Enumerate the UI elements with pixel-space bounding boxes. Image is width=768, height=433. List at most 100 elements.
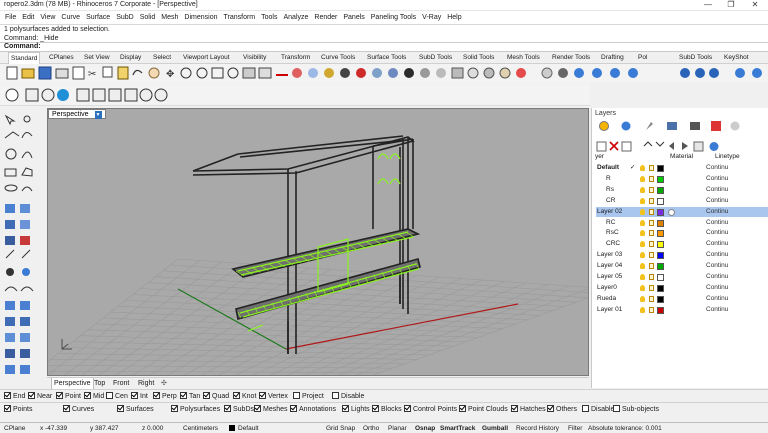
checkbox[interactable] <box>117 405 124 412</box>
layer-lock-icon[interactable] <box>649 284 654 291</box>
checkbox[interactable] <box>153 392 160 399</box>
layer-color-swatch[interactable] <box>657 241 664 249</box>
close-button[interactable]: ✕ <box>744 0 766 11</box>
tab-transform[interactable]: Transform <box>281 52 310 64</box>
osnap-point[interactable]: Point <box>56 392 81 401</box>
layer-color-swatch[interactable] <box>657 274 664 281</box>
status-record-history[interactable]: Record History <box>516 423 559 433</box>
status-smarttrack[interactable]: SmartTrack <box>440 423 475 433</box>
layer-visibility-bulb-icon[interactable] <box>640 197 645 204</box>
layer-lock-icon[interactable] <box>649 175 654 182</box>
layer-row[interactable]: CRC Continu <box>596 239 768 250</box>
layer-visibility-bulb-icon[interactable] <box>640 241 645 248</box>
maximize-button[interactable]: ❐ <box>720 0 742 11</box>
column-header-linetype[interactable]: Linetype <box>715 153 740 160</box>
layer-row[interactable]: Layer 05 Continu <box>596 272 768 283</box>
osnap-disable[interactable]: Disable <box>332 392 364 401</box>
layer-row[interactable]: R Continu <box>596 174 768 185</box>
layer-row[interactable]: Rs Continu <box>596 185 768 196</box>
column-header-layer[interactable]: yer <box>595 153 604 160</box>
viewport-canvas[interactable] <box>48 109 589 376</box>
filter-points[interactable]: Points <box>4 405 32 414</box>
layer-color-swatch[interactable] <box>657 295 664 303</box>
command-prompt[interactable]: Command: <box>0 42 41 51</box>
menu-tools[interactable]: Tools <box>258 11 280 24</box>
layer-color-swatch[interactable] <box>657 284 664 292</box>
layer-row[interactable]: CR Continu <box>596 196 768 207</box>
column-header-material[interactable]: Material <box>670 153 693 160</box>
checkbox[interactable] <box>582 405 589 412</box>
osnap-near[interactable]: Near <box>28 392 52 401</box>
status-units[interactable]: Centimeters <box>183 423 218 433</box>
layer-lock-icon[interactable] <box>649 263 654 270</box>
osnap-perp[interactable]: Perp <box>153 392 177 401</box>
tab-subd-tools[interactable]: SubD Tools <box>419 52 452 64</box>
layer-visibility-bulb-icon[interactable] <box>640 219 645 226</box>
layer-row[interactable]: Layer0 Continu <box>596 283 768 294</box>
menu-analyze[interactable]: Analyze <box>280 11 311 24</box>
layer-linetype[interactable]: Continu <box>706 185 728 196</box>
checkbox[interactable] <box>224 405 231 412</box>
viewport-title-tab[interactable]: Perspective ▼ <box>48 109 106 119</box>
layer-linetype[interactable]: Continu <box>706 261 728 272</box>
filter-surfaces[interactable]: Surfaces <box>117 405 154 414</box>
layer-name[interactable]: Layer 04 <box>597 261 622 272</box>
layer-visibility-bulb-icon[interactable] <box>640 208 645 215</box>
layer-row[interactable]: RC Continu <box>596 218 768 229</box>
status-planar[interactable]: Planar <box>388 423 407 433</box>
tab-visibility[interactable]: Visibility <box>243 52 266 64</box>
menu-paneling-tools[interactable]: Paneling Tools <box>368 11 419 24</box>
standard-toolbar-icons[interactable]: ✂ ✥ <box>0 64 768 83</box>
osnap-project[interactable]: Project <box>293 392 324 401</box>
layer-name[interactable]: CRC <box>606 239 620 250</box>
current-layer-check-icon[interactable]: ✓ <box>630 163 635 174</box>
viewport-tab-right[interactable]: Right <box>138 378 154 389</box>
layer-row[interactable]: Layer 04 Continu <box>596 261 768 272</box>
layer-lock-icon[interactable] <box>649 252 654 259</box>
filter-annotations[interactable]: Annotations <box>290 405 336 414</box>
filter-point-clouds[interactable]: Point Clouds <box>459 405 508 414</box>
checkbox[interactable] <box>259 392 266 399</box>
menu-panels[interactable]: Panels <box>340 11 367 24</box>
layer-lock-icon[interactable] <box>649 230 654 237</box>
checkbox[interactable] <box>332 392 339 399</box>
layer-linetype[interactable]: Continu <box>706 294 728 305</box>
menu-subd[interactable]: SubD <box>113 11 137 24</box>
status-grid-snap[interactable]: Grid Snap <box>326 423 355 433</box>
tab-subd-tools-right[interactable]: SubD Tools <box>679 52 712 64</box>
checkbox[interactable] <box>56 392 63 399</box>
checkbox[interactable] <box>613 405 620 412</box>
layer-row[interactable]: Layer 03 Continu <box>596 250 768 261</box>
tab-keyshot[interactable]: KeyShot <box>724 52 749 64</box>
menu-render[interactable]: Render <box>311 11 340 24</box>
layer-linetype[interactable]: Continu <box>706 250 728 261</box>
minimize-button[interactable]: — <box>697 0 719 11</box>
tab-set-view[interactable]: Set View <box>84 52 110 64</box>
tab-viewport-layout[interactable]: Viewport Layout <box>183 52 230 64</box>
osnap-tan[interactable]: Tan <box>180 392 200 401</box>
layer-row[interactable]: Layer 01 Continu <box>596 305 768 316</box>
layer-linetype[interactable]: Continu <box>706 272 728 283</box>
layer-name[interactable]: Layer 01 <box>597 305 622 316</box>
filter-sub-objects[interactable]: Sub-objects <box>613 405 659 414</box>
vray-toolbar-icons[interactable] <box>0 84 590 106</box>
layer-name[interactable]: Layer 02 <box>597 207 622 218</box>
menu-view[interactable]: View <box>37 11 58 24</box>
layer-linetype[interactable]: Continu <box>706 239 728 250</box>
layer-name[interactable]: Layer 05 <box>597 272 622 283</box>
tab-pol[interactable]: Pol <box>638 52 647 64</box>
viewport-tab-front[interactable]: Front <box>113 378 129 389</box>
perspective-viewport[interactable]: Perspective ▼ <box>47 108 589 376</box>
layer-visibility-bulb-icon[interactable] <box>640 165 645 171</box>
filter-hatches[interactable]: Hatches <box>511 405 546 414</box>
filter-others[interactable]: Others <box>547 405 577 414</box>
layer-visibility-bulb-icon[interactable] <box>640 295 645 302</box>
checkbox[interactable] <box>84 392 91 399</box>
layer-visibility-bulb-icon[interactable] <box>640 274 645 280</box>
layer-color-swatch[interactable] <box>657 197 664 205</box>
layer-row[interactable]: RsC Continu <box>596 228 768 239</box>
layer-linetype[interactable]: Continu <box>706 228 728 239</box>
layer-color-swatch[interactable] <box>657 263 664 271</box>
tab-display[interactable]: Display <box>120 52 141 64</box>
filter-control-points[interactable]: Control Points <box>404 405 457 414</box>
